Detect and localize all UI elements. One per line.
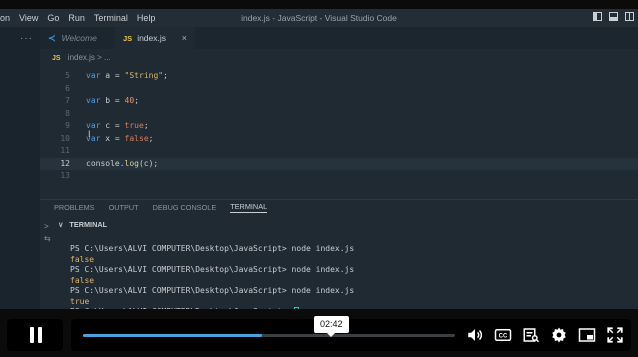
code-line[interactable]: 11 <box>40 145 638 157</box>
code-line[interactable]: 5 var a = "String"; <box>40 70 638 82</box>
tab-terminal[interactable]: TERMINAL <box>230 202 268 213</box>
split-icon[interactable]: ⇆ <box>44 233 51 245</box>
chevron-down-icon[interactable]: ∨ <box>58 220 63 229</box>
line-number: 5 <box>65 71 70 80</box>
code-editor[interactable]: 5 var a = "String"; 6 7 var b = 40; 8 9 var c =… <box>40 67 638 195</box>
vscode-icon: ≺ <box>48 32 56 43</box>
progress-track[interactable] <box>83 334 455 337</box>
code-line[interactable]: 8 <box>40 108 638 120</box>
terminal-command-line: PS C:\Users\ALVI COMPUTER\Desktop\JavaSc… <box>70 286 355 295</box>
tab-label: Welcome <box>61 33 97 43</box>
terminal-output[interactable]: PS C:\Users\ALVI COMPUTER\Desktop\JavaSc… <box>70 244 354 309</box>
terminal-output-line: false <box>70 275 95 285</box>
code-text: var a = "String"; <box>86 71 168 80</box>
svg-text:CC: CC <box>499 334 508 340</box>
progress-fill <box>83 334 262 337</box>
video-player-controls: 02:42 CC <box>0 309 638 357</box>
code-line[interactable]: 12 console.log(c); <box>40 157 638 170</box>
tab-problems[interactable]: PROBLEMS <box>54 203 95 212</box>
code-text: var c = true; <box>86 121 149 130</box>
editor-tabs: ≺ Welcome JS index.js × <box>40 27 638 49</box>
line-number: 11 <box>60 146 70 155</box>
activity-area <box>0 27 40 309</box>
line-number: 10 <box>60 133 70 143</box>
code-line[interactable]: 9 var c = true; <box>40 120 638 132</box>
line-number: 8 <box>65 108 70 118</box>
terminal-command-line: PS C:\Users\ALVI COMPUTER\Desktop\JavaSc… <box>70 265 355 274</box>
toggle-secondary-sidebar-icon[interactable] <box>625 12 634 21</box>
fullscreen-icon[interactable] <box>606 326 624 344</box>
terminal-side-icons: > ⇆ <box>44 221 51 245</box>
pause-icon <box>29 327 43 343</box>
terminal-output-line: true <box>70 296 90 306</box>
terminal-header: ∨ TERMINAL <box>58 220 107 229</box>
code-text: var b = 40; <box>86 96 140 105</box>
breadcrumb-file[interactable]: index.js <box>68 53 95 62</box>
more-actions-icon[interactable]: ··· <box>20 33 33 44</box>
captions-icon[interactable]: CC <box>494 326 512 344</box>
code-line[interactable]: 10 var x = false; <box>40 133 638 145</box>
settings-icon[interactable] <box>550 326 568 344</box>
terminal-command-line: PS C:\Users\ALVI COMPUTER\Desktop\JavaSc… <box>70 244 355 253</box>
tab-debug-console[interactable]: DEBUG CONSOLE <box>153 203 217 212</box>
toggle-panel-icon[interactable] <box>609 12 618 21</box>
line-number: 7 <box>65 96 70 105</box>
layout-controls <box>593 12 634 21</box>
code-line[interactable]: 7 var b = 40; <box>40 95 638 107</box>
toggle-sidebar-icon[interactable] <box>593 12 602 21</box>
line-number: 9 <box>65 121 70 130</box>
breadcrumb-more[interactable]: > ... <box>97 53 111 62</box>
tab-output[interactable]: OUTPUT <box>109 203 139 212</box>
code-line[interactable]: 6 <box>40 83 638 95</box>
line-number: 12 <box>60 158 70 168</box>
line-number: 6 <box>65 83 70 93</box>
javascript-file-icon: JS <box>123 33 133 43</box>
title-bar: on View Go Run Terminal Help index.js - … <box>0 9 638 27</box>
volume-icon[interactable] <box>466 326 484 344</box>
top-letterbox <box>0 0 638 9</box>
time-tooltip: 02:42 <box>314 316 349 337</box>
pip-icon[interactable] <box>578 326 596 344</box>
code-text: var x = false; <box>86 133 154 143</box>
vscode-window: on View Go Run Terminal Help index.js - … <box>0 9 638 309</box>
tab-label: index.js <box>137 33 167 43</box>
panel-tabs: PROBLEMS OUTPUT DEBUG CONSOLE TERMINAL <box>40 199 638 215</box>
terminal-header-label: TERMINAL <box>69 220 108 229</box>
tab-welcome[interactable]: ≺ Welcome <box>40 27 115 49</box>
close-icon[interactable]: × <box>182 33 187 43</box>
terminal-output-line: false <box>70 254 95 264</box>
text-cursor-icon: I <box>88 129 91 139</box>
code-text: console.log(c); <box>86 158 159 168</box>
line-number: 13 <box>60 171 70 180</box>
chevron-right-icon[interactable]: > <box>44 221 51 233</box>
window-title: index.js - JavaScript - Visual Studio Co… <box>241 13 397 23</box>
tab-index-js[interactable]: JS index.js × <box>115 27 195 49</box>
code-line[interactable]: 13 <box>40 170 638 182</box>
play-pause-button[interactable] <box>7 319 63 351</box>
transcript-icon[interactable] <box>522 326 540 344</box>
javascript-file-icon: JS <box>52 55 61 62</box>
control-bar: 02:42 CC <box>71 316 631 351</box>
breadcrumb: JS index.js > ... <box>52 53 111 62</box>
